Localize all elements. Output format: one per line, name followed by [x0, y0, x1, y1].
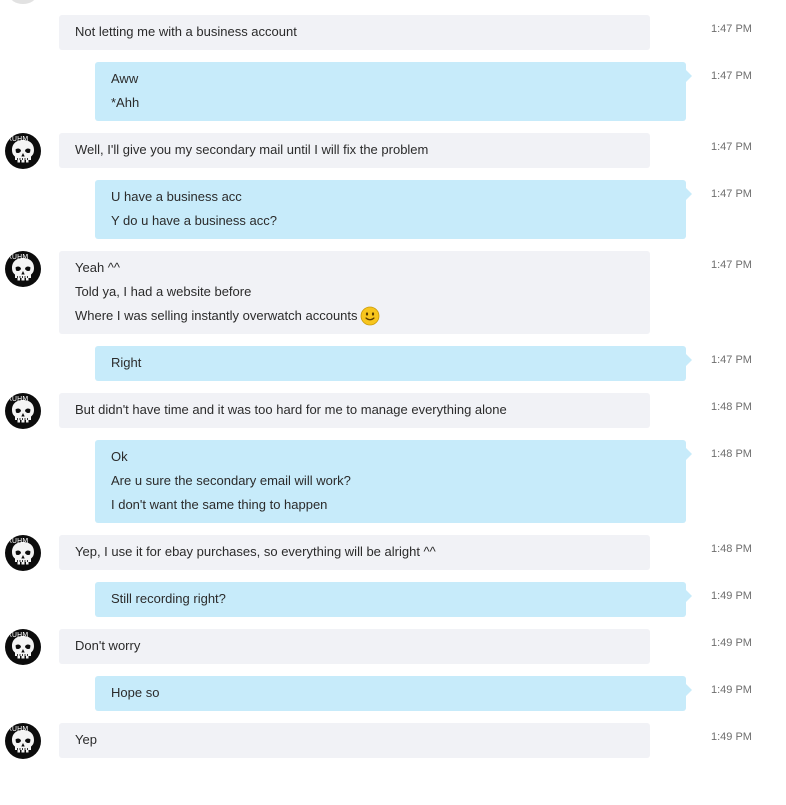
- message-line: U have a business acc: [111, 185, 670, 209]
- message-line: Told ya, I had a website before: [75, 280, 634, 304]
- message-bubble[interactable]: Still recording right?: [95, 582, 692, 617]
- message-text: Aww: [111, 71, 139, 86]
- message-line: But didn't have time and it was too hard…: [75, 398, 634, 422]
- message-line: Y do u have a business acc?: [111, 209, 670, 233]
- message-bubble[interactable]: Yep: [59, 723, 650, 758]
- incoming-message[interactable]: RUHM Yep, I use it for ebay purchases, s…: [0, 535, 786, 571]
- contact-avatar[interactable]: RUHM: [5, 723, 41, 759]
- message-text: Right: [111, 355, 142, 370]
- message-text: Still recording right?: [111, 591, 226, 606]
- incoming-message[interactable]: RUHM But didn't have time and it was too…: [0, 393, 786, 429]
- avatar-tag-text: RUHM: [7, 725, 29, 733]
- message-timestamp: 1:47 PM: [711, 188, 752, 200]
- outgoing-message[interactable]: Hope so 1:49 PM: [0, 676, 786, 711]
- avatar-tag-text: RUHM: [7, 631, 29, 639]
- outgoing-message[interactable]: Still recording right? 1:49 PM: [0, 582, 786, 617]
- message-line: Well, I'll give you my secondary mail un…: [75, 138, 634, 162]
- contact-avatar[interactable]: RUHM: [5, 133, 41, 169]
- message-bubble[interactable]: Ok Are u sure the secondary email will wo…: [95, 440, 692, 523]
- message-bubble[interactable]: Right: [95, 346, 692, 381]
- message-text: U have a business acc: [111, 189, 242, 204]
- avatar-tag-text: RUHM: [7, 395, 29, 403]
- message-line: *Ahh: [111, 91, 670, 115]
- message-text: Yep: [75, 732, 97, 747]
- message-text: Told ya, I had a website before: [75, 284, 252, 299]
- message-timestamp: 1:48 PM: [711, 448, 752, 460]
- message-text: Are u sure the secondary email will work…: [111, 473, 351, 488]
- message-text: Yep, I use it for ebay purchases, so eve…: [75, 544, 436, 559]
- message-bubble[interactable]: Aww *Ahh: [95, 62, 692, 121]
- message-timestamp: 1:49 PM: [711, 590, 752, 602]
- message-text: Yeah ^^: [75, 260, 120, 275]
- outgoing-message[interactable]: Aww *Ahh 1:47 PM: [0, 62, 786, 121]
- message-line: Don't worry: [75, 634, 634, 658]
- message-timestamp: 1:47 PM: [711, 141, 752, 153]
- message-bubble[interactable]: Not letting me with a business account: [59, 15, 650, 50]
- message-bubble[interactable]: Don't worry: [59, 629, 650, 664]
- message-text: *Ahh: [111, 95, 140, 110]
- avatar-tag-text: RUHM: [7, 537, 29, 545]
- message-text: Well, I'll give you my secondary mail un…: [75, 142, 429, 157]
- outgoing-message[interactable]: Right 1:47 PM: [0, 346, 786, 381]
- message-line: Where I was selling instantly overwatch …: [75, 304, 634, 328]
- message-timestamp: 1:47 PM: [711, 70, 752, 82]
- message-text: I don't want the same thing to happen: [111, 497, 328, 512]
- message-bubble[interactable]: U have a business acc Y do u have a busin…: [95, 180, 692, 239]
- message-text: Not letting me with a business account: [75, 24, 297, 39]
- message-timestamp: 1:49 PM: [711, 731, 752, 743]
- message-line: Not letting me with a business account: [75, 20, 634, 44]
- message-text: Ok: [111, 449, 128, 464]
- message-timestamp: 1:49 PM: [711, 637, 752, 649]
- avatar-tag-text: RUHM: [7, 253, 29, 261]
- message-line: Ok: [111, 445, 670, 469]
- message-text: Where I was selling instantly overwatch …: [75, 308, 358, 323]
- message-bubble[interactable]: Yeah ^^ Told ya, I had a website before Wh…: [59, 251, 650, 334]
- message-text: Hope so: [111, 685, 160, 700]
- message-line: Yeah ^^: [75, 256, 634, 280]
- message-timestamp: 1:49 PM: [711, 684, 752, 696]
- chat-conversation[interactable]: Not letting me with a business account 1:…: [0, 0, 786, 805]
- outgoing-message[interactable]: Ok Are u sure the secondary email will wo…: [0, 440, 786, 523]
- message-line: Aww: [111, 67, 670, 91]
- contact-avatar[interactable]: RUHM: [5, 393, 41, 429]
- message-text: Don't worry: [75, 638, 141, 653]
- message-timestamp: 1:48 PM: [711, 401, 752, 413]
- message-timestamp: 1:47 PM: [711, 23, 752, 35]
- message-line: I don't want the same thing to happen: [111, 493, 670, 517]
- message-text: Y do u have a business acc?: [111, 213, 277, 228]
- message-text: But didn't have time and it was too hard…: [75, 402, 507, 417]
- message-line: Yep, I use it for ebay purchases, so eve…: [75, 540, 634, 564]
- message-bubble[interactable]: Hope so: [95, 676, 692, 711]
- message-line: Still recording right?: [111, 587, 670, 611]
- message-line: Are u sure the secondary email will work…: [111, 469, 670, 493]
- message-bubble[interactable]: Well, I'll give you my secondary mail un…: [59, 133, 650, 168]
- incoming-message[interactable]: RUHM Yep 1:49 PM: [0, 723, 786, 759]
- avatar-tag-text: RUHM: [7, 135, 29, 143]
- message-line: Right: [111, 351, 670, 375]
- message-bubble[interactable]: But didn't have time and it was too hard…: [59, 393, 650, 428]
- message-timestamp: 1:47 PM: [711, 259, 752, 271]
- incoming-message[interactable]: Not letting me with a business account 1:…: [0, 15, 786, 50]
- message-bubble[interactable]: Yep, I use it for ebay purchases, so eve…: [59, 535, 650, 570]
- contact-avatar[interactable]: RUHM: [5, 629, 41, 665]
- message-line: Hope so: [111, 681, 670, 705]
- message-timestamp: 1:48 PM: [711, 543, 752, 555]
- contact-avatar[interactable]: RUHM: [5, 535, 41, 571]
- message-timestamp: 1:47 PM: [711, 354, 752, 366]
- previous-avatar-fragment: [9, 0, 37, 4]
- smile-emoji-icon[interactable]: [360, 306, 380, 326]
- incoming-message[interactable]: RUHM Yeah ^^ Told ya, I had a website bef…: [0, 251, 786, 334]
- outgoing-message[interactable]: U have a business acc Y do u have a busin…: [0, 180, 786, 239]
- incoming-message[interactable]: RUHM Well, I'll give you my secondary ma…: [0, 133, 786, 169]
- message-line: Yep: [75, 728, 634, 752]
- contact-avatar[interactable]: RUHM: [5, 251, 41, 287]
- incoming-message[interactable]: RUHM Don't worry 1:49 PM: [0, 629, 786, 665]
